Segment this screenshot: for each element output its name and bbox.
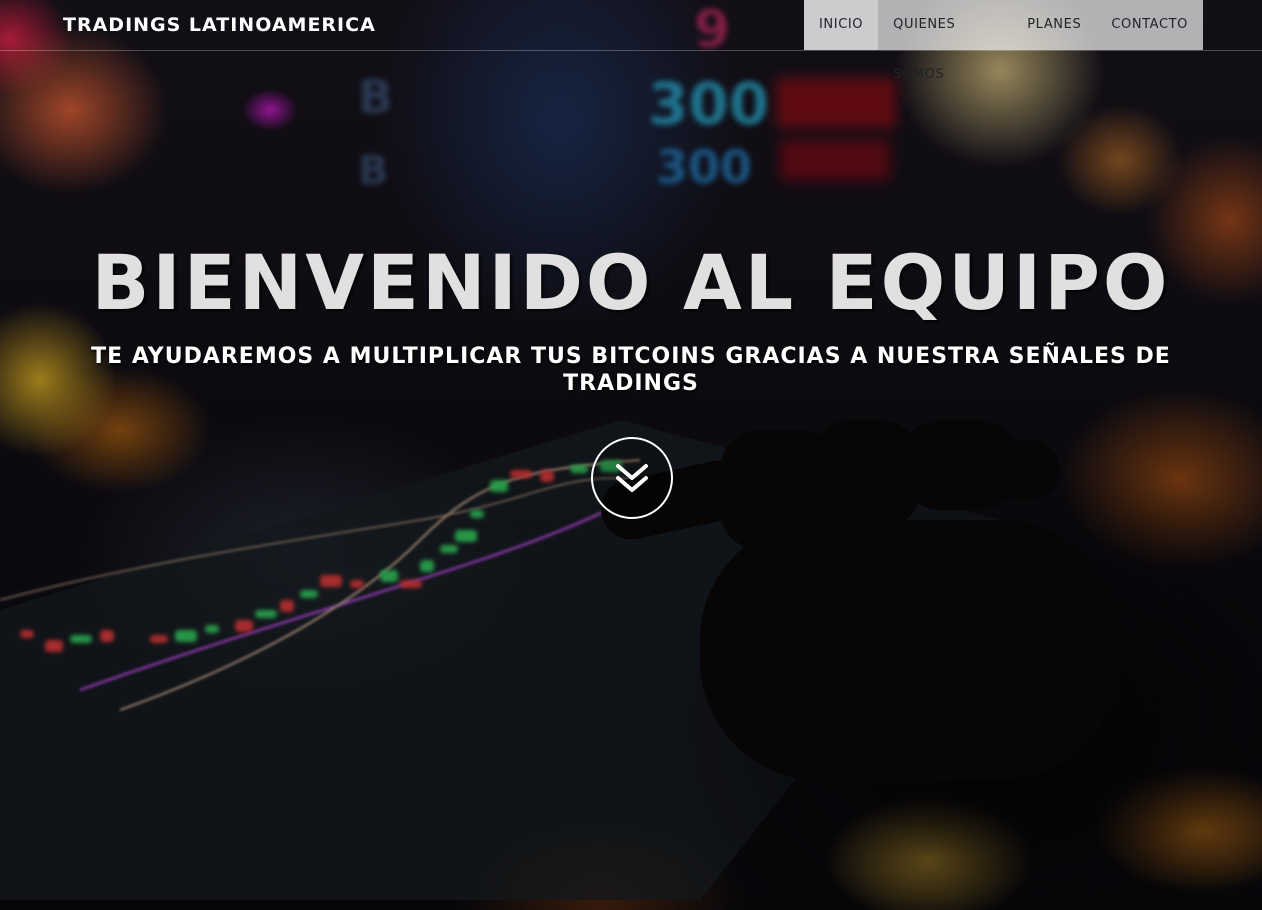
nav-item-inicio[interactable]: INICIO <box>804 0 879 50</box>
brand-logo-text[interactable]: TRADINGS LATINOAMERICA <box>63 0 376 50</box>
top-navbar: TRADINGS LATINOAMERICA INICIO QUIENES SO… <box>0 0 1262 82</box>
hero-subtitle: TE AYUDAREMOS A MULTIPLICAR TUS BITCOINS… <box>91 344 1171 396</box>
scroll-down-button[interactable] <box>591 437 673 519</box>
nav-item-contacto[interactable]: CONTACTO <box>1096 0 1203 50</box>
double-chevron-down-icon <box>616 464 648 492</box>
hero-title: BIENVENIDO AL EQUIPO <box>91 238 1171 327</box>
nav-menu: INICIO QUIENES SOMOS PLANES CONTACTO <box>804 0 1203 82</box>
nav-item-planes[interactable]: PLANES <box>1012 0 1096 50</box>
nav-item-quienes-somos[interactable]: QUIENES SOMOS <box>878 0 1012 82</box>
